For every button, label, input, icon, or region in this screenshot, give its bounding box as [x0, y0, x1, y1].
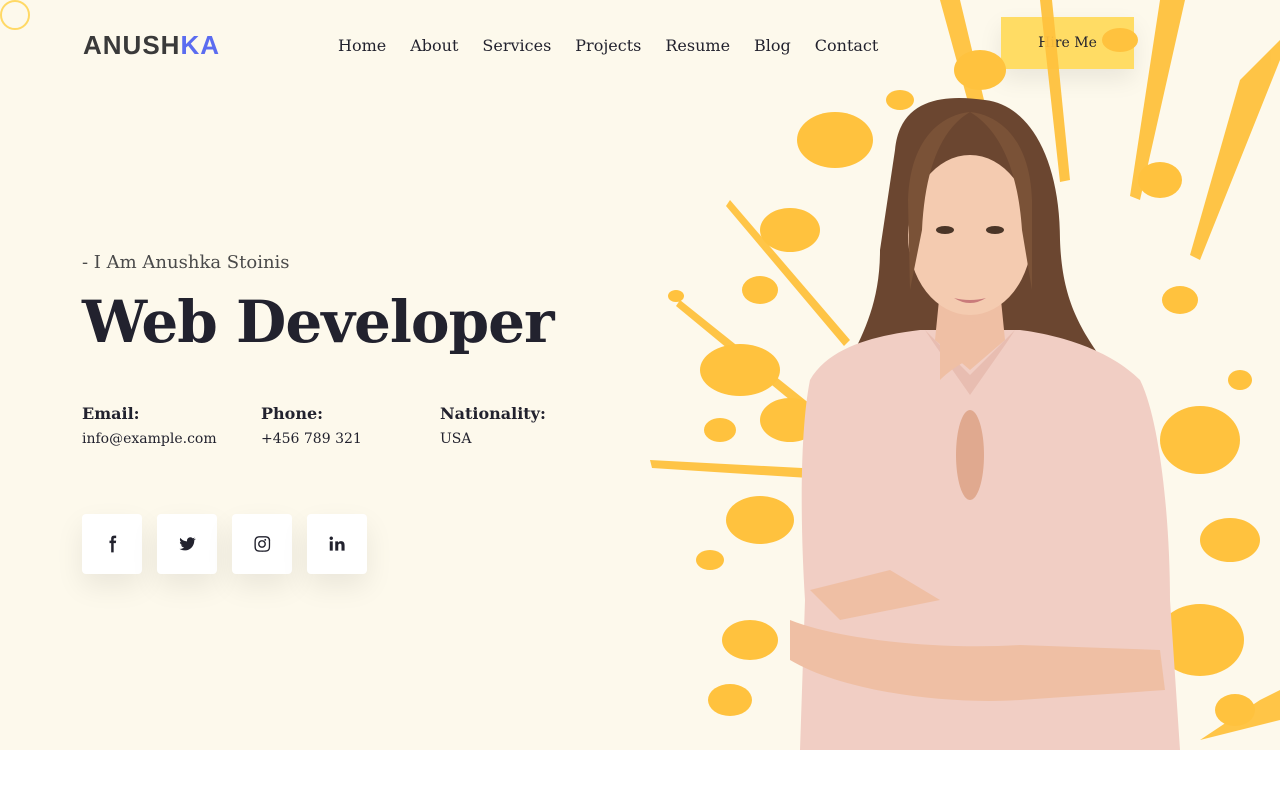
logo-text-dark: ANUSH: [83, 30, 181, 60]
hero-title: Web Developer: [82, 288, 555, 356]
email-value: info@example.com: [82, 431, 217, 447]
instagram-button[interactable]: [232, 514, 292, 574]
hero-intro: - I Am Anushka Stoinis: [82, 252, 290, 273]
facebook-icon: [109, 535, 117, 553]
nationality-value: USA: [440, 431, 472, 447]
twitter-icon: [179, 537, 196, 551]
nationality-label: Nationality:: [440, 404, 546, 423]
phone-label: Phone:: [261, 404, 324, 423]
facebook-button[interactable]: [82, 514, 142, 574]
twitter-button[interactable]: [157, 514, 217, 574]
hero-portrait-image: [650, 0, 1280, 750]
contact-email: Email: info@example.com: [82, 404, 217, 447]
contact-phone: Phone: +456 789 321: [261, 404, 362, 447]
contact-nationality: Nationality: USA: [440, 404, 546, 447]
logo-text-accent: KA: [180, 30, 221, 60]
nav-item-services[interactable]: Services: [482, 36, 551, 55]
social-links: [82, 514, 367, 574]
hero-section: ANUSHKA Home About Services Projects Res…: [0, 0, 1280, 750]
nav-item-projects[interactable]: Projects: [575, 36, 641, 55]
phone-value: +456 789 321: [261, 431, 362, 447]
linkedin-icon: [329, 536, 345, 551]
nav-item-about[interactable]: About: [410, 36, 458, 55]
logo[interactable]: ANUSHKA: [83, 30, 220, 61]
email-label: Email:: [82, 404, 140, 423]
instagram-icon: [254, 536, 271, 552]
decorative-ring: [0, 0, 30, 30]
nav-item-home[interactable]: Home: [338, 36, 386, 55]
linkedin-button[interactable]: [307, 514, 367, 574]
